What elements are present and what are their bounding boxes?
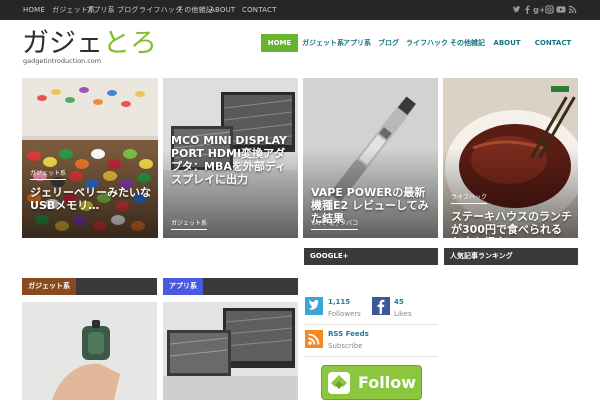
facebook-icon[interactable]: [372, 297, 390, 315]
gadget-post-thumbnail[interactable]: [22, 302, 157, 400]
nav-blog[interactable]: ブログ: [378, 34, 399, 52]
topbar-link-misc[interactable]: その他雑記: [177, 0, 213, 20]
logo-text-dark: ガジェ: [22, 28, 103, 59]
feedly-follow-button[interactable]: Follow: [321, 365, 422, 400]
rss-icon[interactable]: [568, 5, 577, 14]
facebook-label: Likes: [394, 310, 412, 318]
twitter-icon[interactable]: [512, 5, 521, 14]
nav-contact[interactable]: CONTACT: [532, 34, 574, 52]
section-label: 人気記事ランキング: [450, 252, 513, 260]
section-header-googleplus: GOOGLE+: [304, 248, 438, 265]
topbar-link-app[interactable]: アプリ系: [86, 0, 115, 20]
divider: [304, 356, 438, 357]
featured-post-2[interactable]: ガジェット系 MCO MINI DISPLAYPORT HDMI変換アダプタ：M…: [163, 78, 298, 238]
section-label: GOOGLE+: [310, 252, 349, 260]
logo-text-green: とろ: [103, 28, 157, 59]
topbar-link-about[interactable]: ABOUT: [210, 0, 235, 20]
section-label[interactable]: アプリ系: [163, 278, 203, 295]
category-badge[interactable]: ライフハック: [451, 192, 488, 204]
instagram-icon[interactable]: [545, 5, 554, 14]
section-header-gadget: ガジェット系: [22, 278, 157, 295]
topbar-link-contact[interactable]: CONTACT: [242, 0, 277, 20]
featured-post-1[interactable]: ガジェット系 ジェリーベリーみたいなUSBメモリ…: [22, 78, 158, 238]
facebook-count: 45: [394, 298, 404, 306]
nav-lifehack[interactable]: ライフハック: [406, 34, 448, 52]
divider: [304, 324, 438, 325]
featured-post-3[interactable]: VAPE 電子タバコ VAPE POWERの最新機種E2 レビューしてみた結果: [303, 78, 438, 238]
featured-post-4[interactable]: ライフハック ステーキハウスのランチが300円で食べられるお店を紹介: [443, 78, 578, 238]
section-header-ranking: 人気記事ランキング: [444, 248, 578, 265]
facebook-icon[interactable]: [523, 5, 532, 14]
nav-misc[interactable]: その他雑記: [450, 34, 485, 52]
twitter-label: Followers: [328, 310, 361, 318]
topbar-link-lifehack[interactable]: ライフハック: [139, 0, 182, 20]
rss-title[interactable]: RSS Feeds: [328, 330, 369, 338]
app-post-thumbnail[interactable]: [163, 302, 298, 400]
google-plus-icon[interactable]: g+: [533, 5, 544, 14]
rss-icon[interactable]: [305, 330, 323, 348]
featured-title[interactable]: ジェリーベリーみたいなUSBメモリ…: [30, 186, 152, 212]
nav-app[interactable]: アプリ系: [343, 34, 371, 52]
nav-gadget[interactable]: ガジェット系: [302, 34, 344, 52]
site-domain: gadgetintroduction.com: [23, 57, 102, 65]
topbar-link-blog[interactable]: ブログ: [117, 0, 139, 20]
section-label[interactable]: ガジェット系: [22, 278, 76, 295]
top-bar: HOME ガジェット系 アプリ系 ブログ ライフハック その他雑記 ABOUT …: [0, 0, 600, 20]
featured-title[interactable]: ステーキハウスのランチが300円で食べられるお店を紹介: [451, 210, 572, 238]
featured-title[interactable]: VAPE POWERの最新機種E2 レビューしてみた結果: [311, 186, 432, 225]
featured-title[interactable]: MCO MINI DISPLAYPORT HDMI変換アダプタ：MBAを外部ディ…: [171, 134, 292, 234]
nav-home[interactable]: HOME: [261, 34, 298, 52]
follow-label: Follow: [358, 373, 417, 392]
nav-about[interactable]: ABOUT: [492, 34, 522, 52]
svg-text:g+: g+: [533, 5, 544, 14]
site-logo[interactable]: ガジェとろ: [22, 28, 157, 60]
youtube-icon[interactable]: [556, 5, 566, 14]
category-badge[interactable]: ガジェット系: [30, 168, 67, 180]
twitter-count: 1,115: [328, 298, 351, 306]
rss-subscribe[interactable]: Subscribe: [328, 342, 362, 350]
section-header-app: アプリ系: [163, 278, 298, 295]
feedly-icon: [328, 372, 350, 394]
topbar-link-home[interactable]: HOME: [23, 0, 45, 20]
twitter-icon[interactable]: [305, 297, 323, 315]
